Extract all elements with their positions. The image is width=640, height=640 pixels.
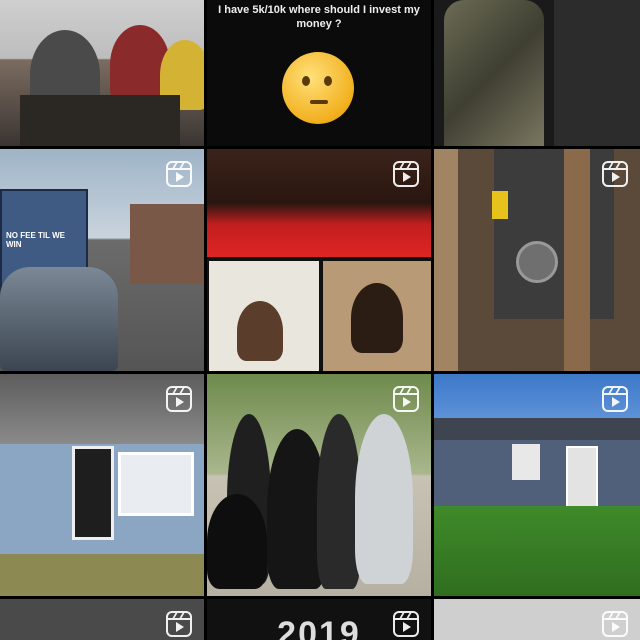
bottom-right-video[interactable] bbox=[434, 599, 640, 640]
table-surface bbox=[20, 95, 180, 146]
house-lawn-video[interactable] bbox=[434, 374, 640, 596]
bottom-left-video[interactable] bbox=[0, 599, 204, 640]
post-caption: I have 5k/10k where should I invest my m… bbox=[218, 4, 420, 30]
group-photo-video[interactable] bbox=[207, 374, 431, 596]
reels-icon bbox=[166, 161, 192, 187]
blower-fan bbox=[516, 241, 558, 283]
question-post[interactable]: I have 5k/10k where should I invest my m… bbox=[207, 0, 431, 146]
wood-stud bbox=[564, 149, 590, 371]
reels-icon bbox=[393, 386, 419, 412]
front-door bbox=[566, 446, 598, 510]
front-door bbox=[72, 446, 114, 540]
furnace-unit bbox=[494, 149, 614, 319]
group-member bbox=[207, 494, 267, 589]
roof bbox=[434, 418, 640, 440]
hvac-video[interactable] bbox=[434, 149, 640, 371]
lawn bbox=[0, 554, 204, 596]
reels-icon bbox=[166, 386, 192, 412]
reels-icon bbox=[602, 161, 628, 187]
reels-icon bbox=[393, 611, 419, 637]
bus-street-video[interactable]: NO FEE TIL WE WIN bbox=[0, 149, 204, 371]
reels-icon bbox=[602, 386, 628, 412]
reels-icon bbox=[393, 161, 419, 187]
note-paper bbox=[209, 261, 319, 371]
group-member bbox=[355, 414, 413, 584]
camo-jacket bbox=[444, 0, 544, 146]
classroom-photo[interactable] bbox=[0, 0, 204, 146]
wood-stud bbox=[434, 149, 458, 371]
selfie-video[interactable] bbox=[207, 149, 431, 371]
man-with-locs bbox=[323, 261, 431, 371]
warning-label bbox=[492, 191, 508, 219]
reels-icon bbox=[166, 611, 192, 637]
reels-icon bbox=[602, 611, 628, 637]
lawn bbox=[434, 506, 640, 596]
bus-sign: NO FEE TIL WE WIN bbox=[6, 231, 65, 249]
man-in-cap bbox=[237, 301, 283, 361]
window bbox=[512, 444, 540, 480]
year-video[interactable]: 2019 bbox=[207, 599, 431, 640]
parked-car bbox=[0, 267, 118, 371]
camo-man-photo[interactable] bbox=[434, 0, 640, 146]
building bbox=[130, 204, 204, 284]
dark-figure bbox=[554, 0, 640, 146]
window bbox=[118, 452, 194, 516]
blue-house-video[interactable] bbox=[0, 374, 204, 596]
thinking-face-icon bbox=[282, 52, 354, 124]
